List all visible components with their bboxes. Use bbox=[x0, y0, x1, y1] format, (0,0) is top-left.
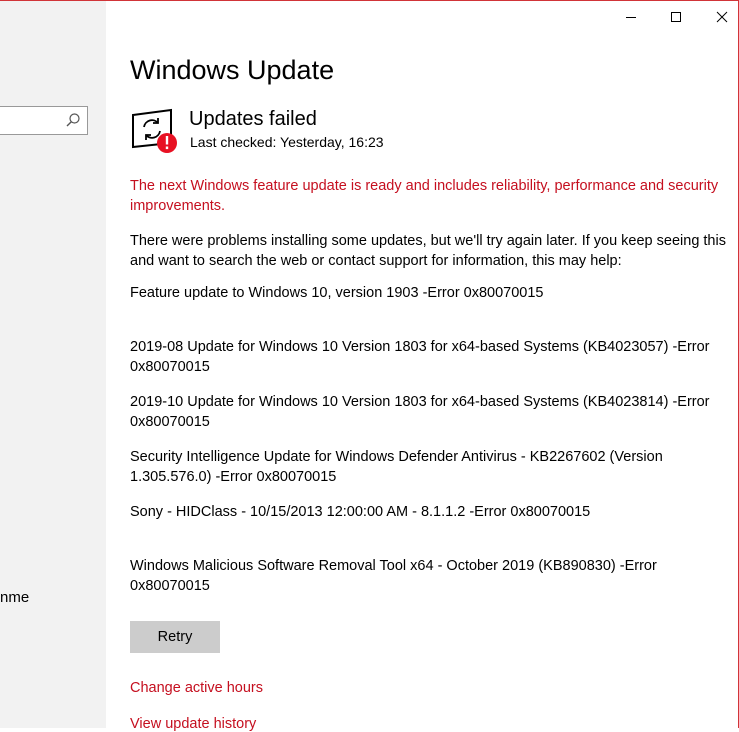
update-error-item: 2019-10 Update for Windows 10 Version 18… bbox=[130, 394, 710, 430]
page-title: Windows Update bbox=[130, 55, 335, 85]
settings-sidebar: nme bbox=[0, 1, 106, 728]
change-active-hours-link[interactable]: Change active hours bbox=[130, 680, 263, 696]
problem-description: There were problems installing some upda… bbox=[130, 233, 726, 269]
update-error-item: 2019-08 Update for Windows 10 Version 18… bbox=[130, 339, 710, 375]
maximize-icon bbox=[670, 11, 682, 23]
update-error-item: Security Intelligence Update for Windows… bbox=[130, 449, 663, 485]
close-icon bbox=[716, 11, 728, 23]
update-failed-icon bbox=[130, 107, 180, 155]
search-icon[interactable] bbox=[65, 112, 81, 128]
sidebar-item-partial[interactable]: nme bbox=[0, 589, 29, 606]
window-border-top bbox=[0, 0, 739, 1]
minimize-icon bbox=[625, 11, 637, 23]
status-title: Updates failed bbox=[189, 108, 317, 130]
maximize-button[interactable] bbox=[653, 4, 699, 30]
close-button[interactable] bbox=[699, 4, 739, 30]
retry-button[interactable]: Retry bbox=[130, 621, 220, 653]
settings-search-input[interactable] bbox=[0, 106, 88, 135]
feature-update-notice: The next Windows feature update is ready… bbox=[130, 178, 719, 214]
update-error-item: Feature update to Windows 10, version 19… bbox=[130, 285, 544, 301]
view-update-history-link[interactable]: View update history bbox=[130, 716, 256, 732]
update-error-item: Sony - HIDClass - 10/15/2013 12:00:00 AM… bbox=[130, 504, 591, 520]
last-checked-text: Last checked: Yesterday, 16:23 bbox=[190, 134, 384, 150]
update-error-item: Windows Malicious Software Removal Tool … bbox=[130, 558, 657, 594]
minimize-button[interactable] bbox=[608, 4, 654, 30]
